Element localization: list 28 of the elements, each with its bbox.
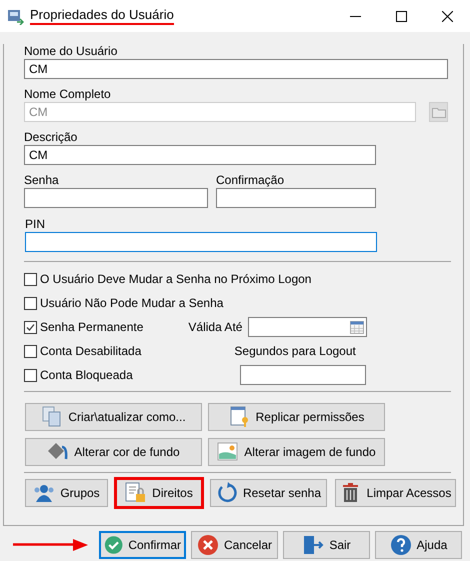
- input-field[interactable]: CM: [24, 59, 448, 79]
- dialog-button[interactable]: Sair: [283, 531, 370, 559]
- field-label: Descrição: [24, 130, 78, 144]
- field-label: Nome do Usuário: [24, 44, 118, 58]
- checkbox-label: Usuário Não Pode Mudar a Senha: [40, 296, 224, 310]
- action-button[interactable]: Alterar cor de fundo: [25, 438, 202, 466]
- field-label: Senha: [24, 173, 60, 187]
- toolbar-button[interactable]: Resetar senha: [210, 479, 327, 507]
- checkbox-label: O Usuário Deve Mudar a Senha no Próximo Logon: [40, 272, 312, 286]
- field-label: PIN: [25, 217, 46, 231]
- field-label: Válida Até: [188, 320, 242, 334]
- toolbar-button[interactable]: Grupos: [25, 479, 108, 507]
- checkbox-label: Senha Permanente: [40, 320, 144, 334]
- action-button[interactable]: Alterar imagem de fundo: [208, 438, 385, 466]
- dialog-button[interactable]: Confirmar: [99, 531, 186, 559]
- action-button[interactable]: Replicar permissões: [208, 403, 385, 431]
- input-field[interactable]: CM: [24, 145, 376, 165]
- field-label: Segundos para Logout: [234, 344, 356, 358]
- field-label: Confirmação: [216, 173, 286, 187]
- field-label: Nome Completo: [24, 87, 112, 101]
- checkbox-label: Conta Desabilitada: [40, 344, 142, 358]
- toolbar-button[interactable]: Limpar Acessos: [335, 479, 456, 507]
- action-button[interactable]: Criar\atualizar como...: [25, 403, 202, 431]
- checkbox-label: Conta Bloqueada: [40, 368, 133, 382]
- dialog-button[interactable]: Ajuda: [375, 531, 462, 559]
- dialog-button[interactable]: Cancelar: [191, 531, 278, 559]
- window-title: Propriedades do Usuário: [30, 7, 174, 25]
- toolbar-button[interactable]: Direitos: [116, 479, 202, 507]
